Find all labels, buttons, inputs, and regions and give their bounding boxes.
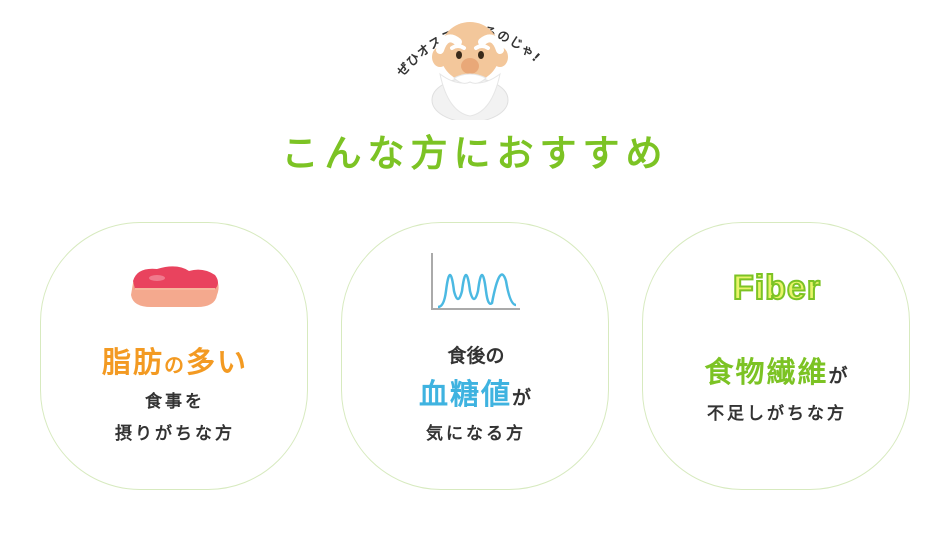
recommend-card-fat: 脂肪の多い 食事を 摂りがちな方 <box>40 222 308 490</box>
card2-particle: が <box>512 387 534 409</box>
recommend-card-fiber: Fiber 食物繊維が 不足しがちな方 <box>642 222 910 490</box>
card2-line2: 気になる方 <box>426 424 526 444</box>
fiber-icon-text: Fiber <box>732 268 822 308</box>
card1-particle: の <box>164 353 186 377</box>
card1-line1: 食事を <box>145 392 205 412</box>
card1-heading: 脂肪の多い <box>41 339 309 381</box>
mascot-old-man-icon <box>431 22 509 120</box>
page-title: こんな方におすすめ <box>281 132 669 175</box>
fiber-icon: Fiber <box>643 268 911 308</box>
recommend-card-blood-sugar: 食後の 血糖値が 気になる方 <box>341 222 609 490</box>
hero: ぜひオススメするのじゃ! <box>0 0 950 120</box>
card3-line2: 不足しがちな方 <box>707 404 847 424</box>
card1-highlight: 脂肪 <box>101 345 164 379</box>
meat-icon-wrap <box>41 263 309 311</box>
card3-heading: 食物繊維が <box>643 349 911 391</box>
card1-highlight2: 多い <box>186 345 249 379</box>
graph-icon-wrap <box>342 251 610 313</box>
card3-particle: が <box>828 365 850 387</box>
card2-top: 食後の <box>447 345 505 367</box>
meat-icon <box>131 266 219 307</box>
card2-heading: 血糖値が <box>342 371 610 413</box>
card1-line2: 摂りがちな方 <box>115 424 235 444</box>
blood-sugar-graph-icon <box>431 253 520 310</box>
card2-highlight: 血糖値 <box>418 377 512 411</box>
card3-highlight: 食物繊維 <box>704 355 829 389</box>
